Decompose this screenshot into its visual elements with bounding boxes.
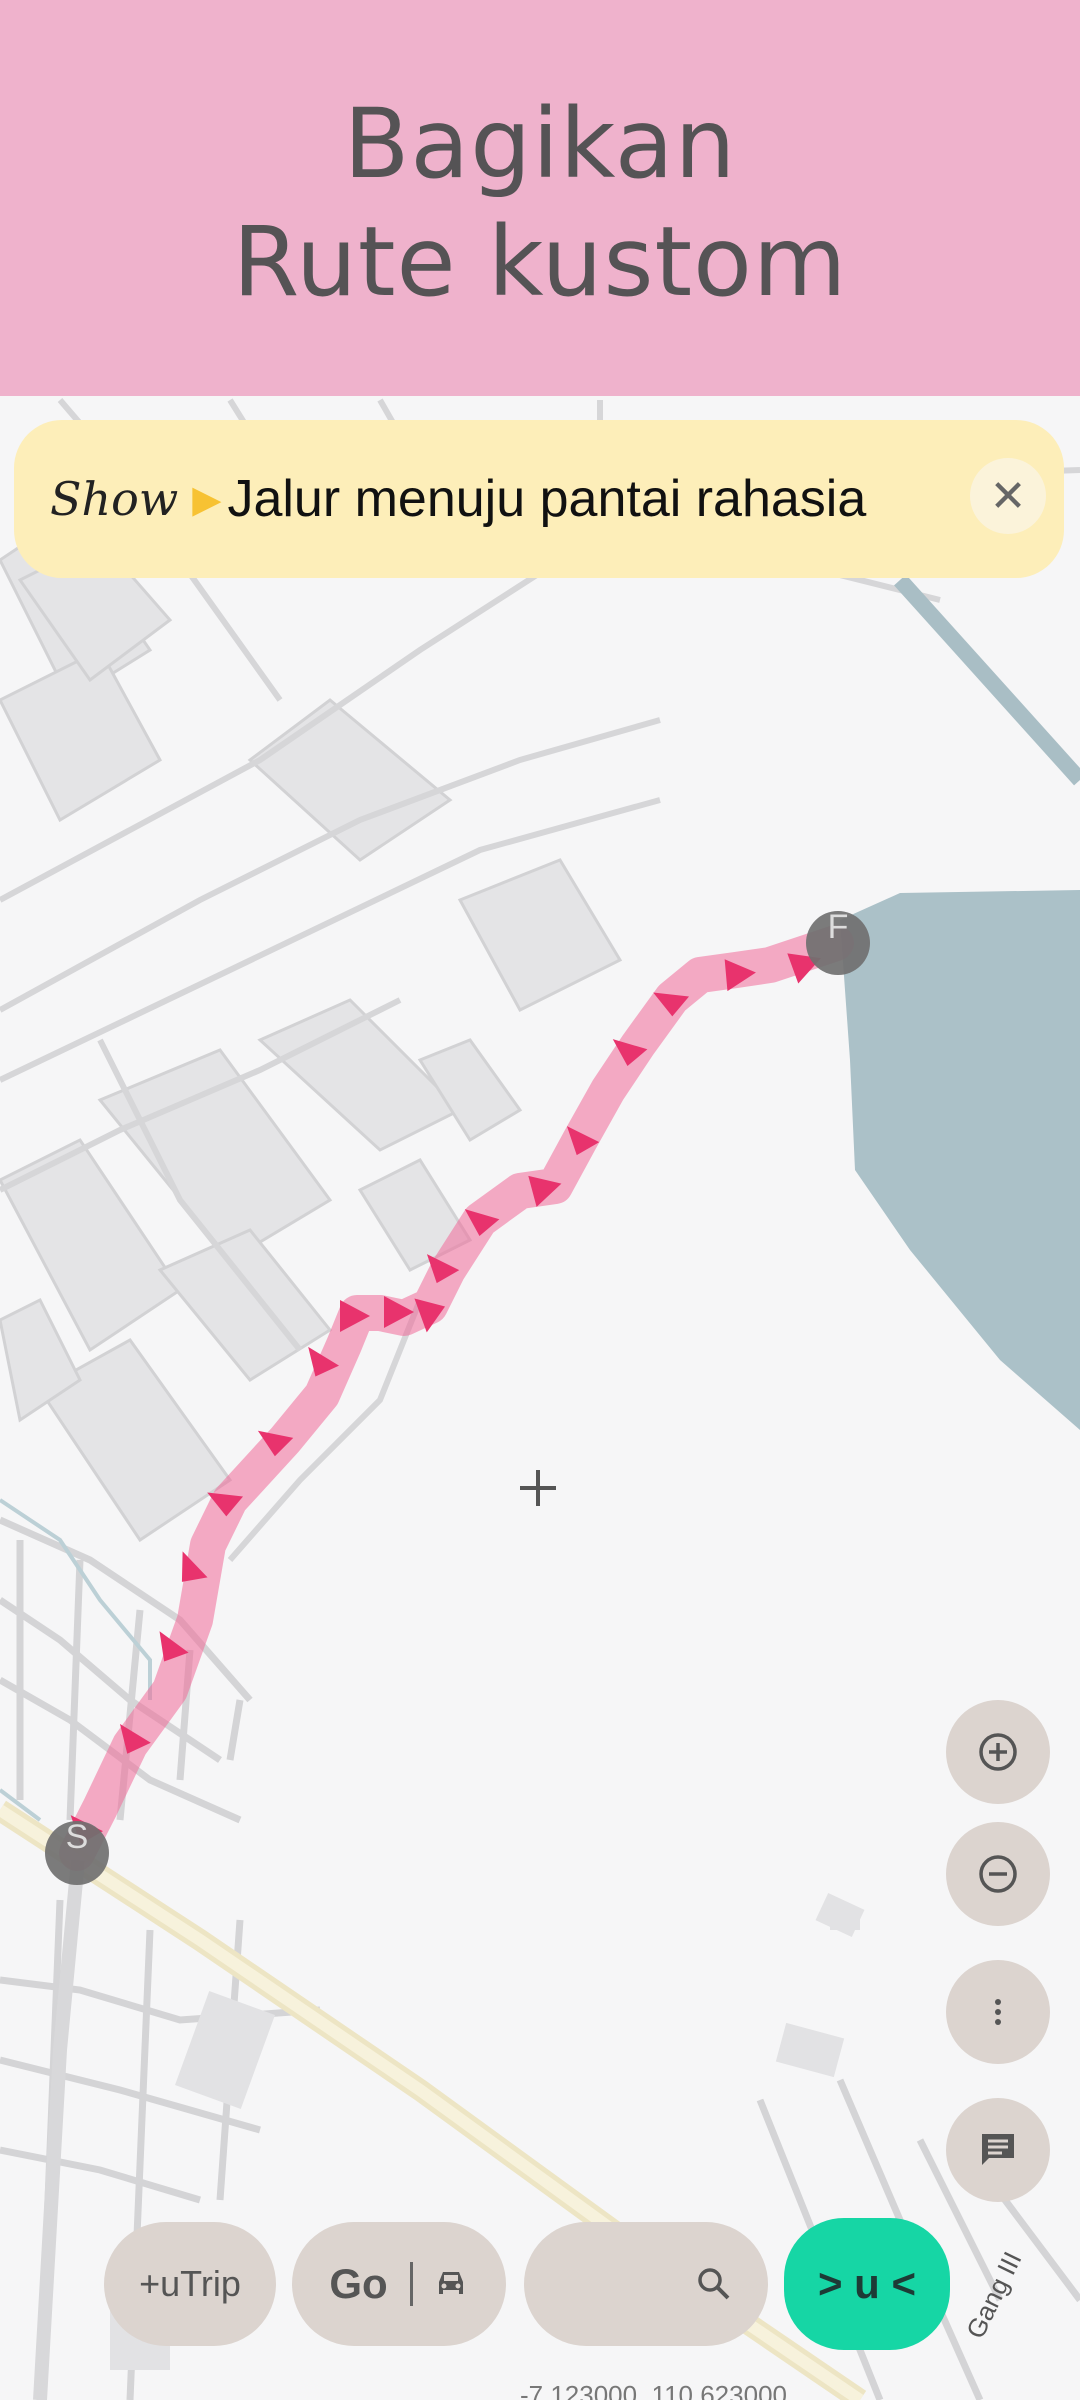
- go-separator: [409, 2262, 413, 2306]
- zoom-in-button[interactable]: [946, 1700, 1050, 1804]
- utrip-button[interactable]: +uTrip: [104, 2222, 276, 2346]
- coordinates-readout: -7.123000, 110.623000: [520, 2380, 787, 2400]
- banner-title-line-2: Rute kustom: [232, 206, 848, 318]
- face-button[interactable]: > u <: [784, 2218, 950, 2350]
- zoom-out-icon: [979, 1855, 1017, 1893]
- chat-button[interactable]: [946, 2098, 1050, 2202]
- go-label: Go: [329, 2260, 388, 2307]
- map-view[interactable]: S F: [0, 396, 1080, 2400]
- finish-marker-label: F: [827, 908, 849, 946]
- chat-icon: [982, 2134, 1014, 2165]
- face-label: > u <: [817, 2260, 917, 2307]
- go-button[interactable]: Go: [292, 2222, 506, 2346]
- utrip-label: +uTrip: [139, 2263, 241, 2304]
- zoom-in-icon: [979, 1733, 1017, 1771]
- map-canvas[interactable]: [0, 396, 1080, 2400]
- more-vert-icon: [995, 1999, 1001, 2025]
- title-banner: Bagikan Rute kustom: [0, 0, 1080, 396]
- start-marker-label: S: [65, 1818, 89, 1856]
- show-label[interactable]: Show: [50, 472, 178, 526]
- play-triangle-icon: ▶: [192, 478, 222, 521]
- car-icon[interactable]: [433, 2268, 469, 2300]
- route-title-bar[interactable]: Show ▶ Jalur menuju pantai rahasia ✕: [14, 420, 1064, 578]
- route-name: Jalur menuju pantai rahasia: [227, 470, 867, 528]
- banner-title-line-1: Bagikan: [343, 88, 737, 200]
- close-icon[interactable]: ✕: [970, 458, 1046, 534]
- more-options-button[interactable]: [946, 1960, 1050, 2064]
- zoom-out-button[interactable]: [946, 1822, 1050, 1926]
- search-button[interactable]: [524, 2222, 768, 2346]
- search-icon: [698, 2268, 730, 2300]
